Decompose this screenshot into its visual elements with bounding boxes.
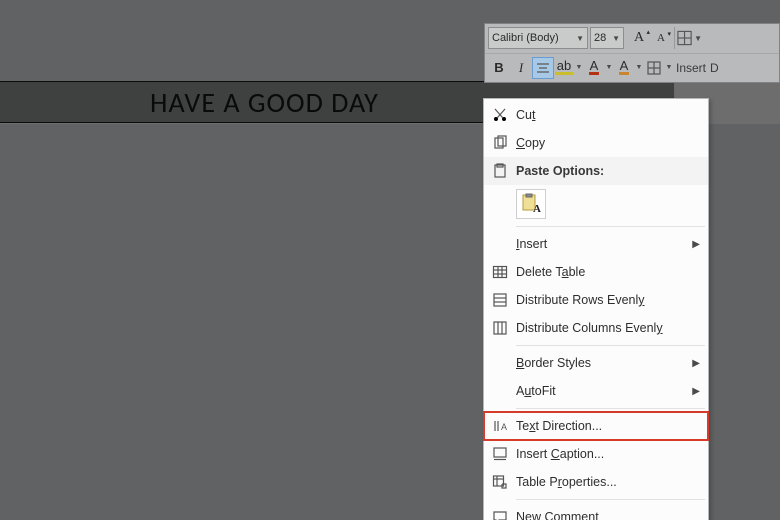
- highlight-icon: ab: [555, 60, 573, 75]
- grow-font-button[interactable]: A▴: [628, 27, 650, 49]
- menu-label: Distribute Rows Evenly: [516, 293, 700, 307]
- menu-label: Paste Options:: [516, 164, 700, 178]
- align-center-button[interactable]: [532, 57, 554, 79]
- menu-separator: [516, 345, 705, 346]
- menu-item-cut[interactable]: Cut: [484, 101, 708, 129]
- menu-label: Delete Table: [516, 265, 700, 279]
- menu-label: New Comment: [516, 510, 700, 520]
- menu-item-delete-table[interactable]: Delete Table: [484, 258, 708, 286]
- font-family-select[interactable]: Calibri (Body) ▼: [488, 27, 588, 49]
- comment-icon: [492, 509, 508, 520]
- scissors-icon: [492, 107, 508, 123]
- menu-label: Insert Caption...: [516, 447, 700, 461]
- bold-button[interactable]: B: [488, 57, 510, 79]
- paste-keep-text-icon: A: [520, 193, 542, 215]
- table-grid-button[interactable]: ▼: [674, 27, 702, 49]
- table-properties-icon: [492, 474, 508, 490]
- delete-table-icon: [492, 264, 508, 280]
- paste-options-row: A: [484, 185, 708, 223]
- menu-label: Cut: [516, 108, 700, 122]
- font-color-button[interactable]: A ▼: [584, 57, 614, 79]
- submenu-arrow-icon: ▶: [692, 358, 700, 369]
- insert-split-button[interactable]: Insert: [674, 61, 708, 75]
- paste-keep-text-button[interactable]: A: [516, 189, 546, 219]
- menu-separator: [516, 226, 705, 227]
- submenu-arrow-icon: ▶: [692, 239, 700, 250]
- submenu-arrow-icon: ▶: [692, 386, 700, 397]
- menu-label: Distribute Columns Evenly: [516, 321, 700, 335]
- table-cell-text: HAVE A GOOD DAY: [150, 85, 379, 120]
- svg-text:A: A: [501, 422, 507, 432]
- menu-label: Text Direction...: [516, 419, 700, 433]
- menu-item-border-styles[interactable]: Border Styles ▶: [484, 349, 708, 377]
- menu-item-distribute-rows[interactable]: Distribute Rows Evenly: [484, 286, 708, 314]
- borders-button[interactable]: ▼: [644, 57, 674, 79]
- delete-split-button[interactable]: D: [708, 61, 721, 75]
- menu-label: Table Properties...: [516, 475, 700, 489]
- menu-separator: [516, 408, 705, 409]
- table-grid-icon: [677, 30, 692, 46]
- clipboard-icon: [492, 163, 508, 179]
- menu-header-paste-options: Paste Options:: [484, 157, 708, 185]
- chevron-down-icon[interactable]: ▼: [574, 64, 584, 71]
- menu-item-new-comment[interactable]: New Comment: [484, 503, 708, 520]
- chevron-down-icon[interactable]: ▼: [664, 64, 674, 71]
- font-size-select[interactable]: 28 ▼: [590, 27, 624, 49]
- svg-text:A: A: [533, 203, 541, 215]
- chevron-down-icon[interactable]: ▼: [604, 64, 614, 71]
- caption-icon: [492, 446, 508, 462]
- menu-label: AutoFit: [516, 384, 692, 398]
- chevron-down-icon[interactable]: ▼: [634, 64, 644, 71]
- chevron-down-icon[interactable]: ▼: [576, 34, 584, 43]
- text-direction-icon: A: [492, 418, 508, 434]
- menu-item-insert[interactable]: Insert ▶: [484, 230, 708, 258]
- menu-item-copy[interactable]: Copy: [484, 129, 708, 157]
- copy-icon: [492, 135, 508, 151]
- italic-button[interactable]: I: [510, 57, 532, 79]
- menu-item-table-properties[interactable]: Table Properties...: [484, 468, 708, 496]
- distribute-columns-icon: [492, 320, 508, 336]
- menu-item-insert-caption[interactable]: Insert Caption...: [484, 440, 708, 468]
- context-menu: Cut Copy Paste Options: A Insert ▶ Delet…: [483, 98, 709, 520]
- font-color-icon: A: [589, 60, 600, 75]
- chevron-down-icon[interactable]: ▼: [694, 34, 702, 43]
- menu-label: Copy: [516, 136, 700, 150]
- menu-label: Insert: [516, 237, 692, 251]
- menu-item-autofit[interactable]: AutoFit ▶: [484, 377, 708, 405]
- align-center-icon: [535, 60, 551, 76]
- menu-separator: [516, 499, 705, 500]
- shading-button[interactable]: A ▼: [614, 57, 644, 79]
- menu-item-text-direction[interactable]: A Text Direction...: [484, 412, 708, 440]
- distribute-rows-icon: [492, 292, 508, 308]
- font-size-value: 28: [594, 32, 606, 44]
- font-family-value: Calibri (Body): [492, 32, 559, 44]
- menu-item-distribute-columns[interactable]: Distribute Columns Evenly: [484, 314, 708, 342]
- mini-toolbar: Calibri (Body) ▼ 28 ▼ A▴ A▾ ▼ B I ab ▼ A…: [484, 23, 780, 83]
- chevron-down-icon[interactable]: ▼: [612, 34, 620, 43]
- menu-label: Border Styles: [516, 356, 692, 370]
- highlight-button[interactable]: ab ▼: [554, 57, 584, 79]
- borders-icon: [646, 60, 662, 76]
- shrink-font-button[interactable]: A▾: [650, 27, 672, 49]
- paint-bucket-icon: A: [619, 60, 630, 75]
